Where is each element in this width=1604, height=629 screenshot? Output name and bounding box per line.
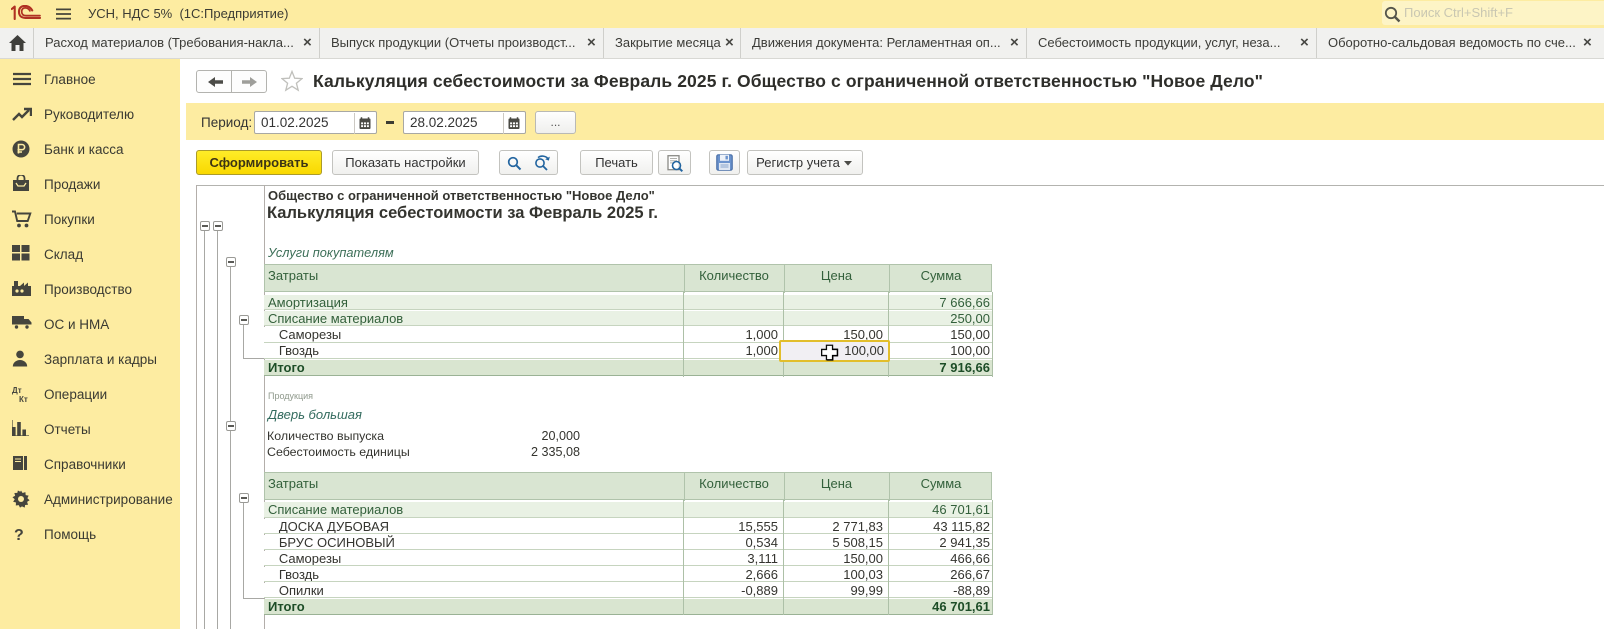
svg-text:?: ? bbox=[14, 527, 24, 543]
svg-text:Кт: Кт bbox=[19, 395, 28, 403]
svg-text:Дт: Дт bbox=[12, 386, 22, 395]
